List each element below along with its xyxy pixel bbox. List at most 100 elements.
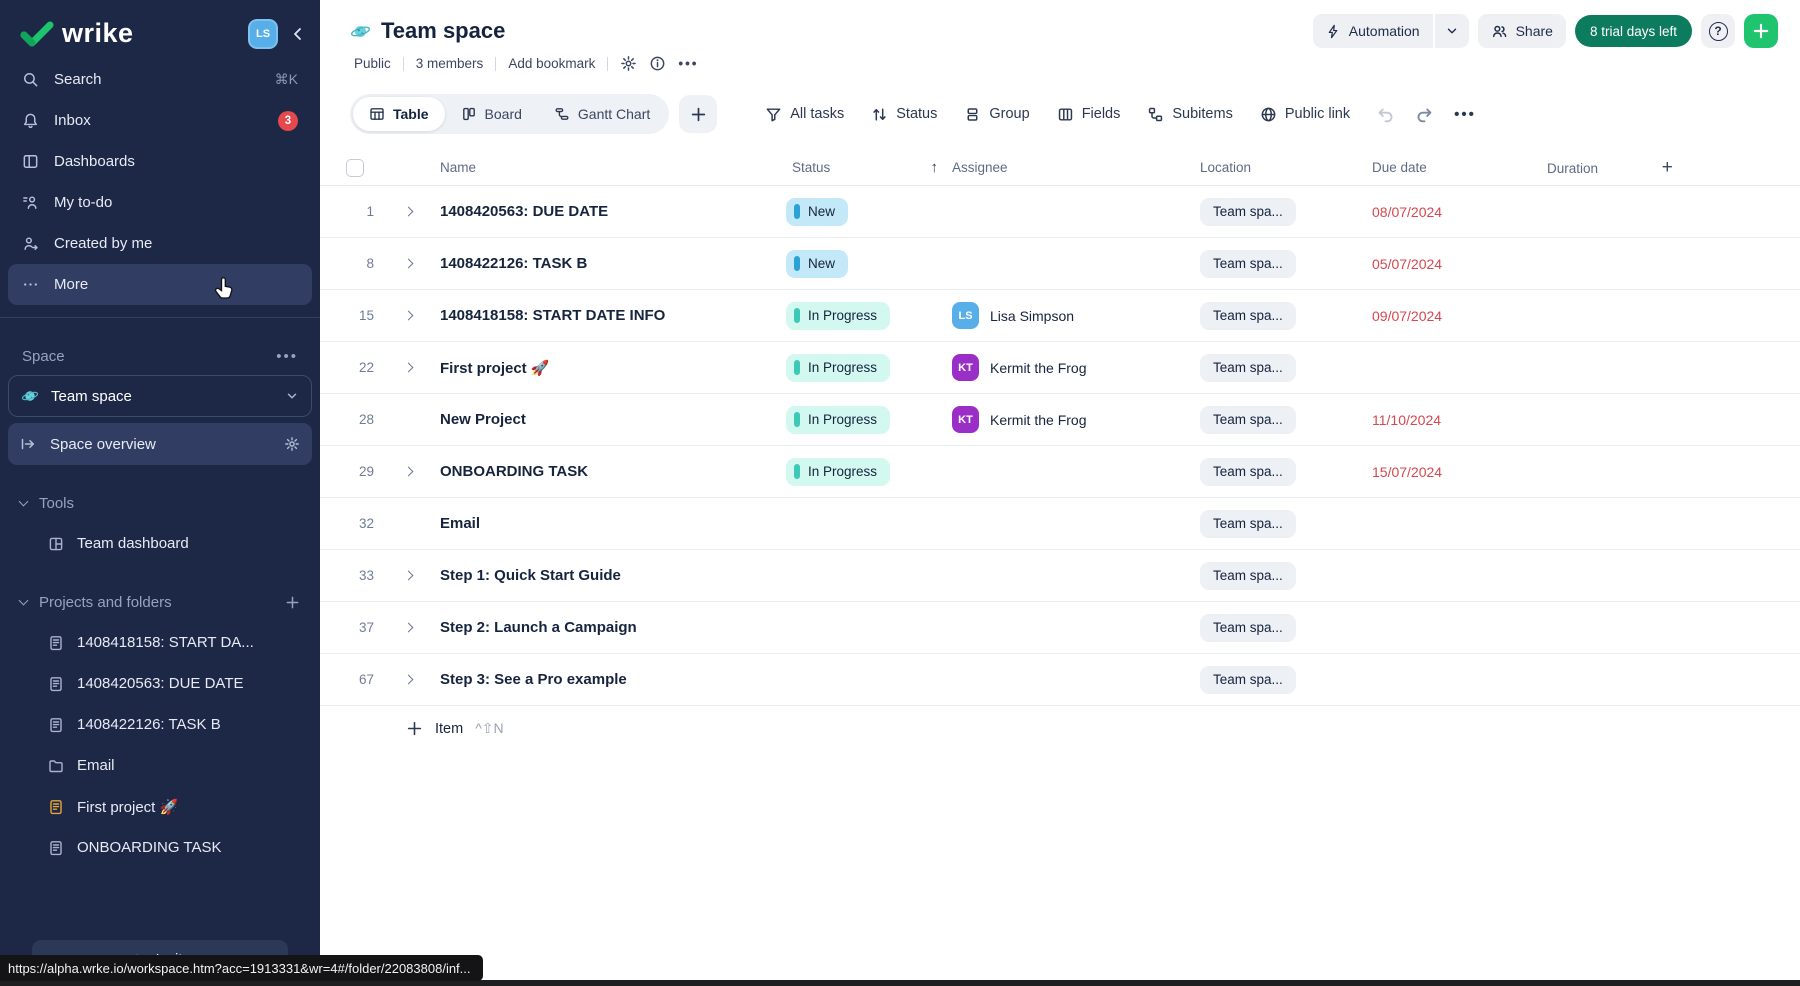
table-row[interactable]: 33 Step 1: Quick Start Guide Team spa... — [320, 550, 1800, 602]
toolbar-group[interactable]: Group — [964, 106, 1029, 123]
header-more-icon[interactable]: ••• — [678, 56, 698, 71]
expand-row-icon[interactable] — [390, 468, 426, 475]
task-name[interactable]: Step 2: Launch a Campaign — [426, 619, 786, 636]
members-link[interactable]: 3 members — [416, 56, 484, 71]
task-name[interactable]: ONBOARDING TASK — [426, 463, 786, 480]
sidebar-item-inbox[interactable]: Inbox 3 — [8, 100, 312, 141]
status-badge[interactable]: In Progress — [786, 354, 890, 382]
table-row[interactable]: 28 New Project In Progress KT Kermit the… — [320, 394, 1800, 446]
expand-row-icon[interactable] — [390, 624, 426, 631]
add-column-icon[interactable]: + — [1662, 157, 1673, 179]
column-header-due-date[interactable]: Due date — [1372, 160, 1547, 175]
location-badge[interactable]: Team spa... — [1200, 354, 1296, 382]
task-name[interactable]: 1408418158: START DATE INFO — [426, 307, 786, 324]
toolbar-all-tasks[interactable]: All tasks — [765, 106, 844, 123]
sidebar-item-created-by-me[interactable]: Created by me — [8, 223, 312, 264]
table-row[interactable]: 8 1408422126: TASK B New Team spa... 05/… — [320, 238, 1800, 290]
add-project-icon[interactable] — [285, 595, 300, 610]
column-header-assignee[interactable]: Assignee — [952, 160, 1200, 175]
sidebar-item-space-overview[interactable]: Space overview — [8, 423, 312, 465]
status-badge[interactable]: In Progress — [786, 458, 890, 486]
sidebar-item-more[interactable]: More — [8, 264, 312, 305]
expand-row-icon[interactable] — [390, 260, 426, 267]
sidebar-item-1408422126-task-b[interactable]: 1408422126: TASK B — [8, 704, 312, 745]
status-badge[interactable]: In Progress — [786, 302, 890, 330]
assignee[interactable]: KT Kermit the Frog — [952, 406, 1200, 433]
due-date[interactable]: 05/07/2024 — [1372, 256, 1547, 272]
column-header-location[interactable]: Location — [1200, 160, 1372, 175]
help-button[interactable]: ? — [1701, 14, 1735, 48]
location-badge[interactable]: Team spa... — [1200, 198, 1296, 226]
expand-row-icon[interactable] — [390, 312, 426, 319]
location-badge[interactable]: Team spa... — [1200, 562, 1296, 590]
expand-row-icon[interactable] — [390, 364, 426, 371]
toolbar-fields[interactable]: Fields — [1057, 106, 1121, 123]
due-date[interactable]: 08/07/2024 — [1372, 204, 1547, 220]
toolbar-subitems[interactable]: Subitems — [1147, 106, 1232, 123]
add-bookmark-link[interactable]: Add bookmark — [508, 56, 595, 71]
add-item-row[interactable]: Item ^⇧N — [406, 720, 1800, 737]
redo-icon[interactable] — [1415, 105, 1434, 124]
space-selector[interactable]: Team space — [8, 375, 312, 417]
due-date[interactable]: 11/10/2024 — [1372, 412, 1547, 428]
table-row[interactable]: 37 Step 2: Launch a Campaign Team spa... — [320, 602, 1800, 654]
location-badge[interactable]: Team spa... — [1200, 510, 1296, 538]
sidebar-item-1408420563-due-date[interactable]: 1408420563: DUE DATE — [8, 663, 312, 704]
toolbar-more-icon[interactable]: ••• — [1454, 106, 1476, 123]
wrike-logo[interactable]: wrike — [20, 18, 134, 49]
tools-section-toggle[interactable]: Tools — [8, 485, 312, 521]
table-row[interactable]: 29 ONBOARDING TASK In Progress Team spa.… — [320, 446, 1800, 498]
table-row[interactable]: 15 1408418158: START DATE INFO In Progre… — [320, 290, 1800, 342]
create-new-button[interactable] — [1744, 14, 1778, 48]
task-name[interactable]: Step 1: Quick Start Guide — [426, 567, 786, 584]
table-row[interactable]: 22 First project 🚀 In Progress KT Kermit… — [320, 342, 1800, 394]
task-name[interactable]: Email — [426, 515, 786, 532]
due-date[interactable]: 15/07/2024 — [1372, 464, 1547, 480]
sort-ascending-icon[interactable]: ↑ — [931, 159, 939, 176]
sidebar-item-search[interactable]: Search ⌘K — [8, 59, 312, 100]
sidebar-item-team-dashboard[interactable]: Team dashboard — [8, 523, 312, 564]
column-header-name[interactable]: Name — [426, 160, 786, 175]
info-icon[interactable] — [649, 55, 666, 72]
projects-section-toggle[interactable]: Projects and folders — [8, 584, 312, 620]
toolbar-status[interactable]: Status — [871, 106, 937, 123]
status-badge[interactable]: In Progress — [786, 406, 890, 434]
table-row[interactable]: 1 1408420563: DUE DATE New Team spa... 0… — [320, 186, 1800, 238]
sidebar-item-onboarding-task[interactable]: ONBOARDING TASK — [8, 827, 312, 868]
sidebar-item-step-1-quick-start-guide[interactable]: Step 1: Quick Start Guide — [8, 868, 312, 876]
tab-gantt-chart[interactable]: Gantt Chart — [538, 97, 666, 131]
location-badge[interactable]: Team spa... — [1200, 406, 1296, 434]
table-row[interactable]: 67 Step 3: See a Pro example Team spa... — [320, 654, 1800, 706]
space-more-icon[interactable]: ••• — [276, 348, 298, 365]
automation-button[interactable]: Automation — [1313, 14, 1433, 48]
status-badge[interactable]: New — [786, 198, 848, 226]
sidebar-item-dashboards[interactable]: Dashboards — [8, 141, 312, 182]
automation-dropdown-button[interactable] — [1435, 14, 1469, 48]
sidebar-item-email[interactable]: Email — [8, 745, 312, 786]
location-badge[interactable]: Team spa... — [1200, 614, 1296, 642]
assignee[interactable]: KT Kermit the Frog — [952, 354, 1200, 381]
select-all-checkbox[interactable] — [346, 159, 364, 177]
sidebar-item-1408418158-start-da[interactable]: 1408418158: START DA... — [8, 622, 312, 663]
task-name[interactable]: Step 3: See a Pro example — [426, 671, 786, 688]
settings-gear-icon[interactable] — [620, 55, 637, 72]
sidebar-item-my-to-do[interactable]: My to-do — [8, 182, 312, 223]
tab-table[interactable]: Table — [353, 97, 445, 131]
undo-icon[interactable] — [1376, 105, 1395, 124]
location-badge[interactable]: Team spa... — [1200, 666, 1296, 694]
task-name[interactable]: 1408422126: TASK B — [426, 255, 786, 272]
column-header-status[interactable]: Status ↑ — [786, 159, 952, 176]
share-button[interactable]: Share — [1478, 14, 1566, 48]
expand-row-icon[interactable] — [390, 676, 426, 683]
task-name[interactable]: 1408420563: DUE DATE — [426, 203, 786, 220]
location-badge[interactable]: Team spa... — [1200, 302, 1296, 330]
expand-row-icon[interactable] — [390, 572, 426, 579]
task-name[interactable]: First project 🚀 — [426, 359, 786, 377]
collapse-sidebar-icon[interactable] — [290, 26, 306, 42]
tab-board[interactable]: Board — [445, 97, 538, 131]
expand-row-icon[interactable] — [390, 208, 426, 215]
location-badge[interactable]: Team spa... — [1200, 250, 1296, 278]
trial-days-button[interactable]: 8 trial days left — [1575, 15, 1692, 47]
add-view-button[interactable] — [679, 95, 717, 133]
table-row[interactable]: 32 Email Team spa... — [320, 498, 1800, 550]
